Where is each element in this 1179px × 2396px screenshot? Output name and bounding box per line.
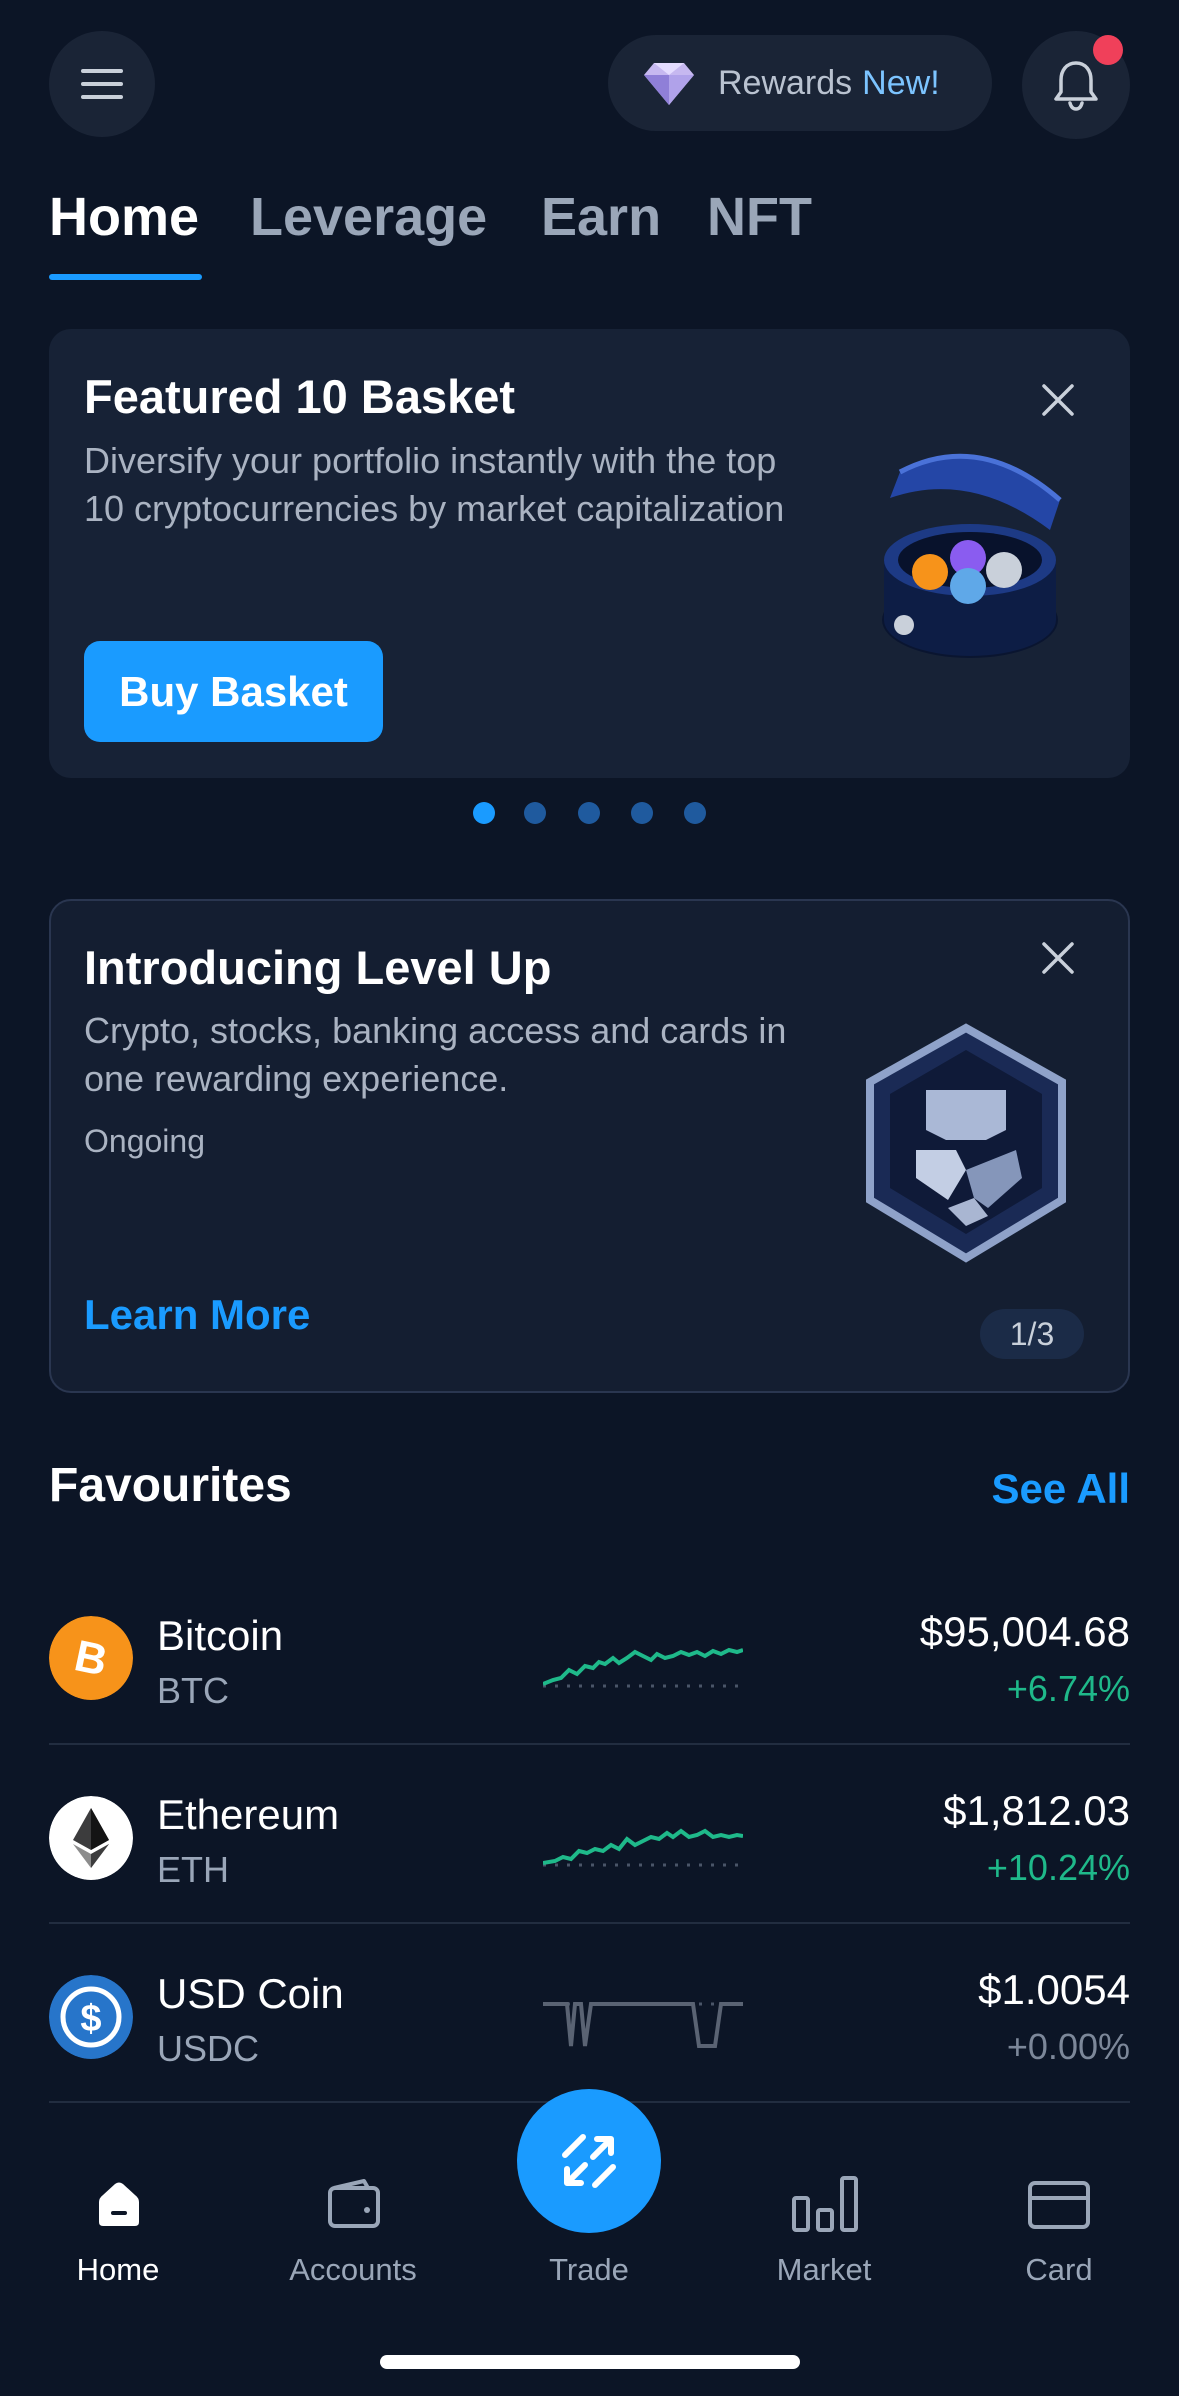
row-divider [49, 1922, 1130, 1924]
carousel-dot[interactable] [631, 802, 653, 824]
nav-label[interactable]: Trade [499, 2252, 679, 2288]
carousel-dot[interactable] [473, 802, 495, 824]
coin-price: $1.0054 [978, 1966, 1130, 2013]
coin-name: USD Coin [157, 1970, 344, 2017]
level-up-description: Crypto, stocks, banking access and cards… [84, 1010, 787, 1099]
favourite-row-usd-coin[interactable]: $ USD Coin USDC $1.0054 +0.00% [49, 1928, 1130, 2107]
favourites-title: Favourites [49, 1459, 292, 1512]
basket-box-illustration [882, 453, 1062, 658]
buy-basket-button[interactable]: Buy Basket [84, 641, 383, 742]
coin-change: +0.00% [1006, 2026, 1130, 2067]
rewards-button[interactable]: Rewards New! [608, 35, 992, 131]
price-sparkline [543, 1647, 743, 1688]
level-up-title: Introducing Level Up [84, 941, 552, 994]
row-divider [49, 1743, 1130, 1745]
nav-label: Accounts [289, 2252, 417, 2287]
ethereum-icon [49, 1796, 133, 1880]
nav-market[interactable]: Market [734, 2170, 914, 2290]
coin-symbol: ETH [157, 1849, 229, 1890]
nav-home[interactable]: Home [28, 2170, 208, 2290]
tab-earn[interactable]: Earn [541, 186, 661, 248]
nav-label: Home [76, 2252, 160, 2287]
svg-text:$: $ [80, 1998, 101, 2040]
menu-button[interactable] [49, 31, 155, 137]
nav-card[interactable]: Card [969, 2170, 1149, 2290]
coin-change: +10.24% [986, 1847, 1130, 1888]
tab-nft[interactable]: NFT [707, 186, 812, 248]
diamond-icon [644, 63, 694, 105]
rewards-new-badge: New! [862, 63, 940, 102]
nav-accounts[interactable]: Accounts [263, 2170, 443, 2290]
bell-icon [1054, 61, 1098, 111]
card-page-indicator: 1/3 [980, 1309, 1084, 1359]
close-icon[interactable] [1038, 938, 1078, 978]
swap-arrows-icon [562, 2134, 616, 2188]
coin-price: $1,812.03 [943, 1787, 1130, 1834]
usdc-icon: $ [49, 1975, 133, 2059]
level-up-status: Ongoing [84, 1123, 205, 1159]
coin-price: $95,004.68 [919, 1608, 1130, 1655]
notification-dot [1093, 35, 1123, 65]
favourite-row-bitcoin[interactable]: B Bitcoin BTC $95,004.68 +6.74% [49, 1570, 1130, 1749]
coin-symbol: BTC [157, 1670, 229, 1711]
carousel-dot[interactable] [684, 802, 706, 824]
nav-label: Market [776, 2252, 872, 2287]
wallet-icon [328, 2179, 380, 2228]
coin-name: Bitcoin [157, 1612, 284, 1659]
rewards-label: Rewards [718, 63, 853, 102]
favourite-row-ethereum[interactable]: Ethereum ETH $1,812.03 +10.24% [49, 1749, 1130, 1928]
coin-change: +6.74% [1006, 1668, 1130, 1709]
bar-chart-icon [792, 2176, 858, 2232]
close-icon[interactable] [1038, 380, 1078, 420]
bitcoin-icon: B [49, 1616, 133, 1700]
featured-card-title: Featured 10 Basket [84, 370, 516, 423]
coin-symbol: USDC [157, 2028, 260, 2069]
menu-icon [81, 69, 123, 73]
home-indicator [380, 2355, 800, 2369]
tab-home[interactable]: Home [49, 186, 199, 248]
price-sparkline [543, 2002, 743, 2048]
see-all-link[interactable]: See All [991, 1465, 1130, 1513]
carousel-dot[interactable] [578, 802, 600, 824]
carousel-dot[interactable] [524, 802, 546, 824]
home-icon [99, 2182, 139, 2226]
crypto-com-lion-logo [866, 1023, 1066, 1263]
featured-card-description: Diversify your portfolio instantly with … [84, 440, 785, 529]
active-tab-indicator [49, 274, 202, 280]
tab-leverage[interactable]: Leverage [250, 186, 487, 248]
price-sparkline [543, 1828, 743, 1867]
trade-button[interactable] [517, 2089, 661, 2233]
card-icon [1028, 2181, 1090, 2229]
learn-more-link[interactable]: Learn More [84, 1291, 310, 1339]
nav-label: Card [1025, 2252, 1093, 2287]
coin-name: Ethereum [157, 1791, 340, 1838]
